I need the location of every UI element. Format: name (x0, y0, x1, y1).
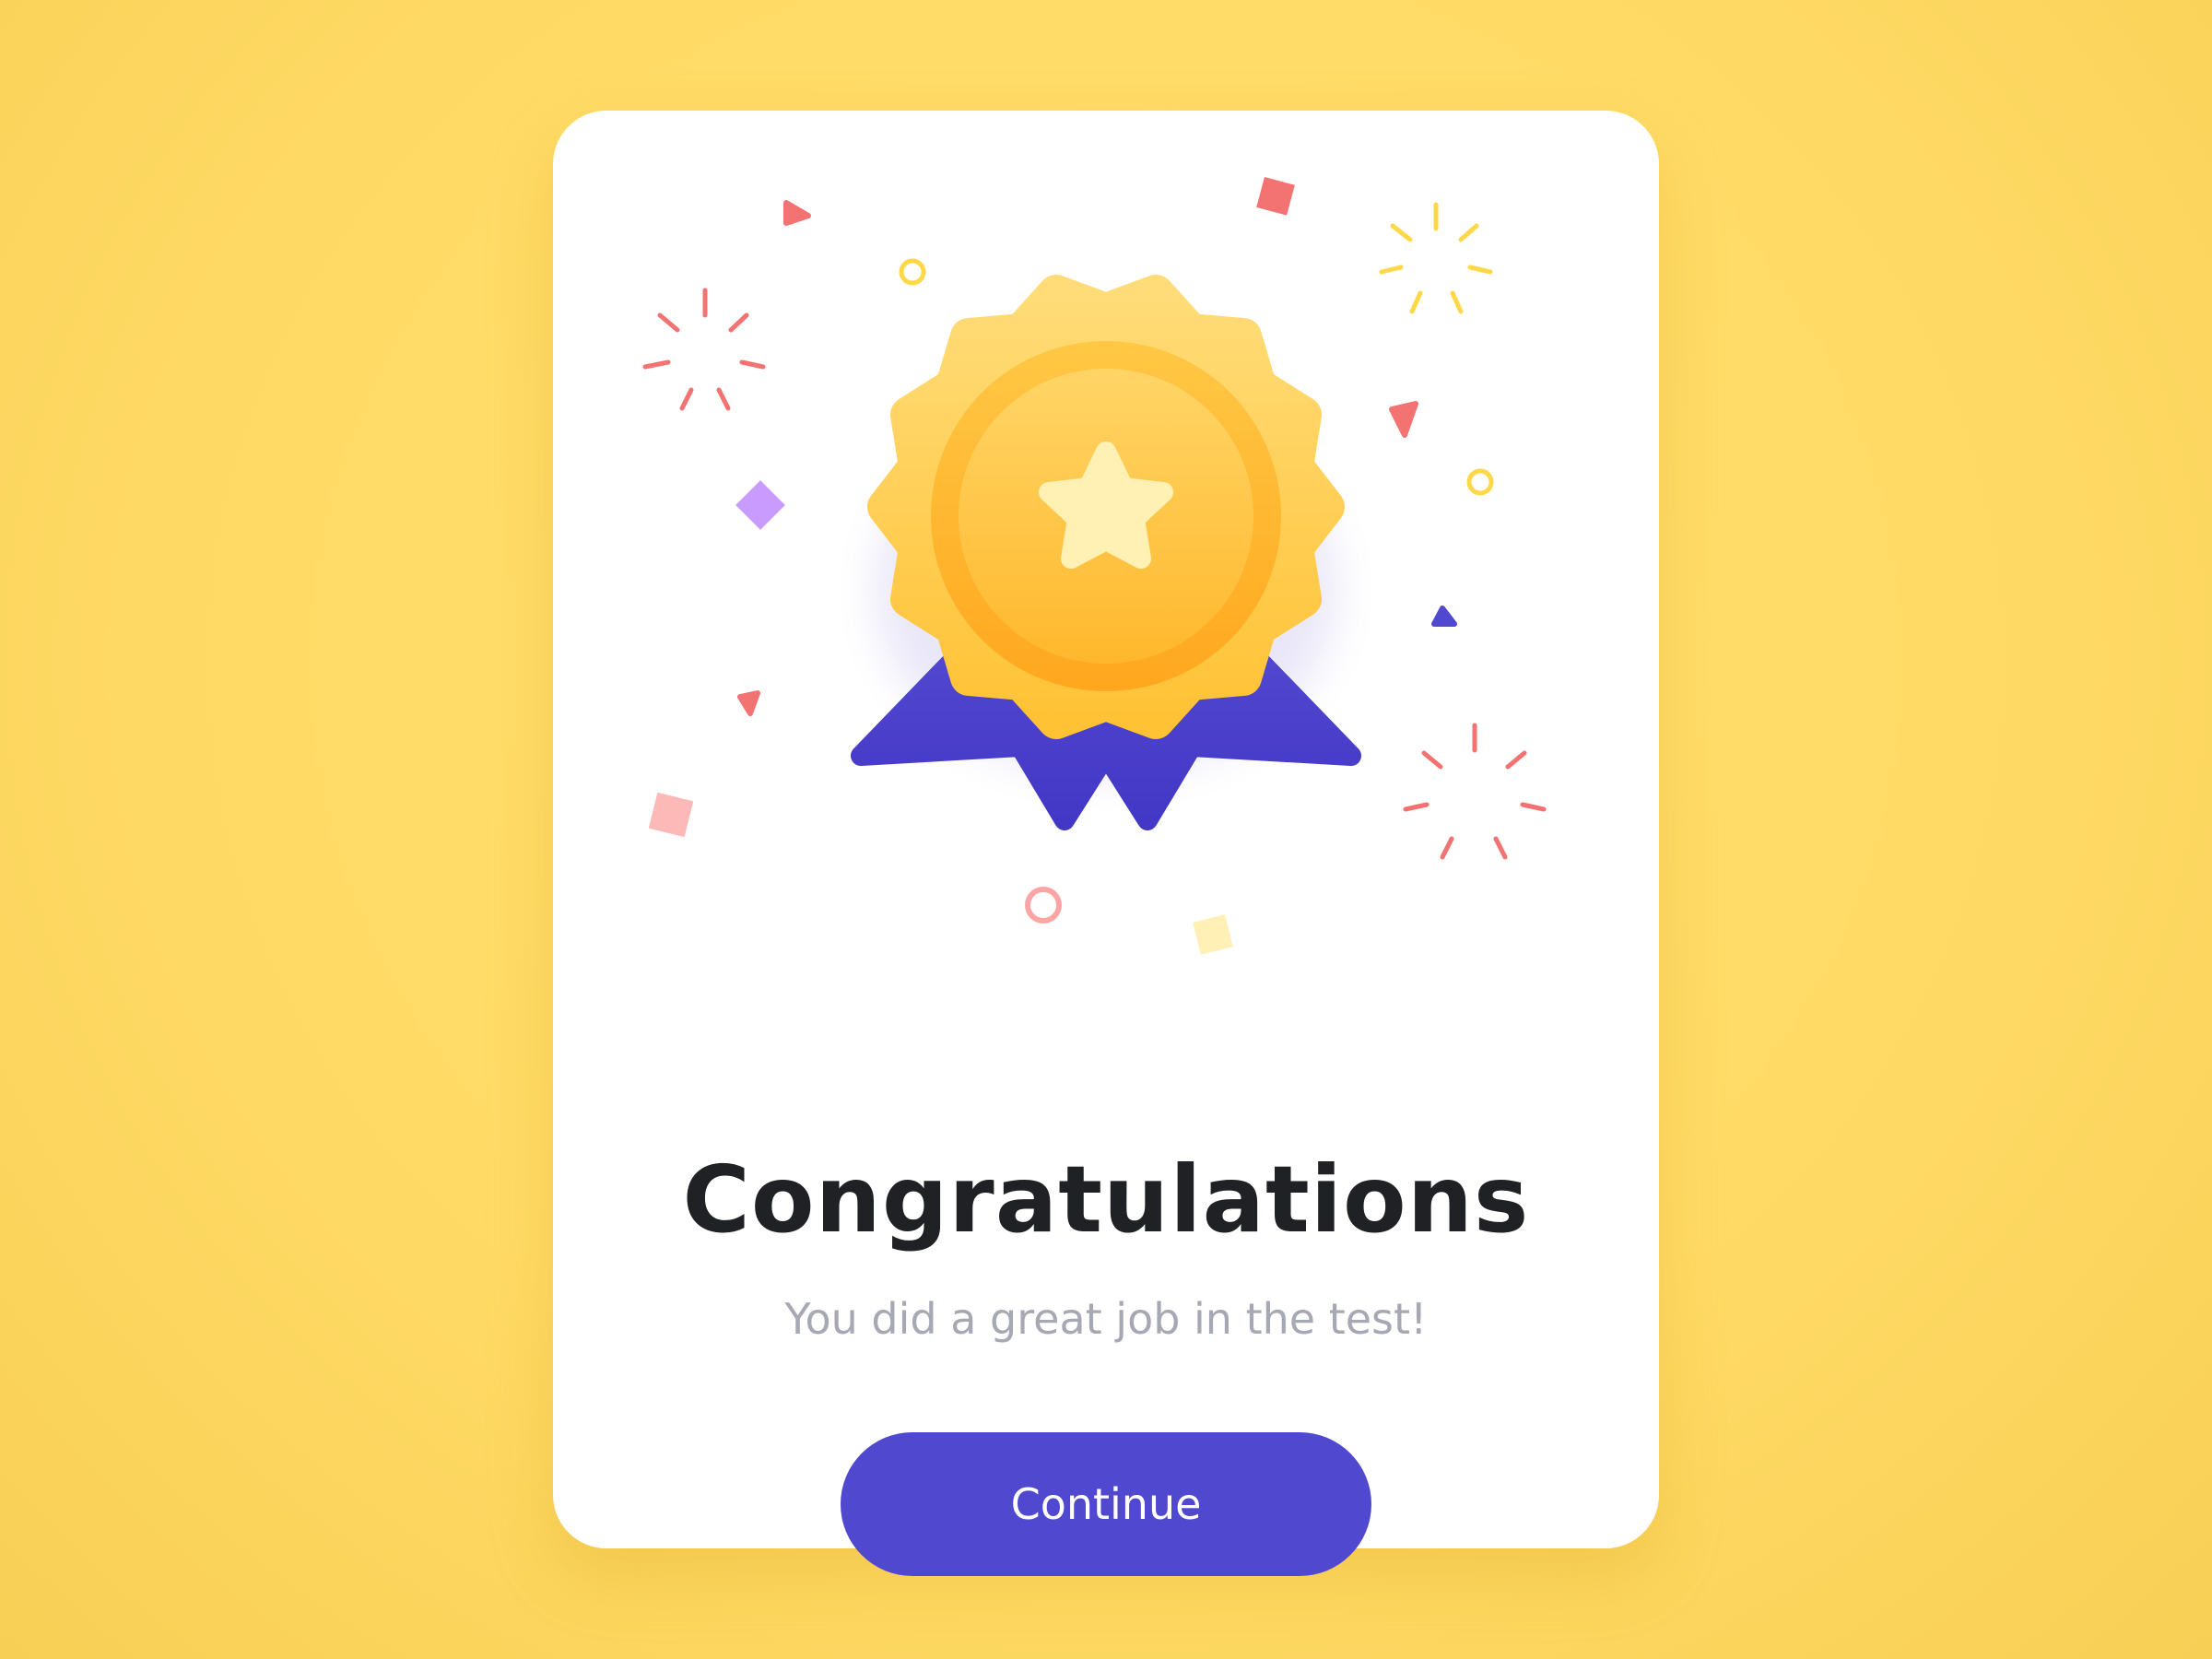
confetti-ring (1466, 468, 1494, 496)
confetti-triangle (783, 200, 811, 226)
confetti-square (1256, 177, 1295, 216)
medal-illustration (642, 177, 1547, 955)
continue-button[interactable]: Continue (841, 1432, 1371, 1576)
dialog-subtitle: You did a great job in the test! (784, 1294, 1428, 1344)
dialog-title: Congratulations (682, 1146, 1530, 1253)
confetti-triangle (737, 690, 760, 716)
congratulations-dialog: Congratulations You did a great job in t… (553, 111, 1659, 1576)
confetti-ring (1025, 887, 1062, 924)
medal-badge-icon (867, 275, 1345, 739)
confetti-square (648, 792, 694, 838)
firework-bottom-right (1403, 723, 1547, 860)
confetti-ring (899, 258, 926, 286)
confetti-diamond (735, 480, 785, 530)
firework-top-right (1379, 202, 1493, 314)
confetti-triangle (1431, 606, 1457, 627)
confetti-square (1193, 914, 1233, 955)
firework-left (642, 288, 766, 411)
confetti-triangle (1389, 401, 1418, 438)
